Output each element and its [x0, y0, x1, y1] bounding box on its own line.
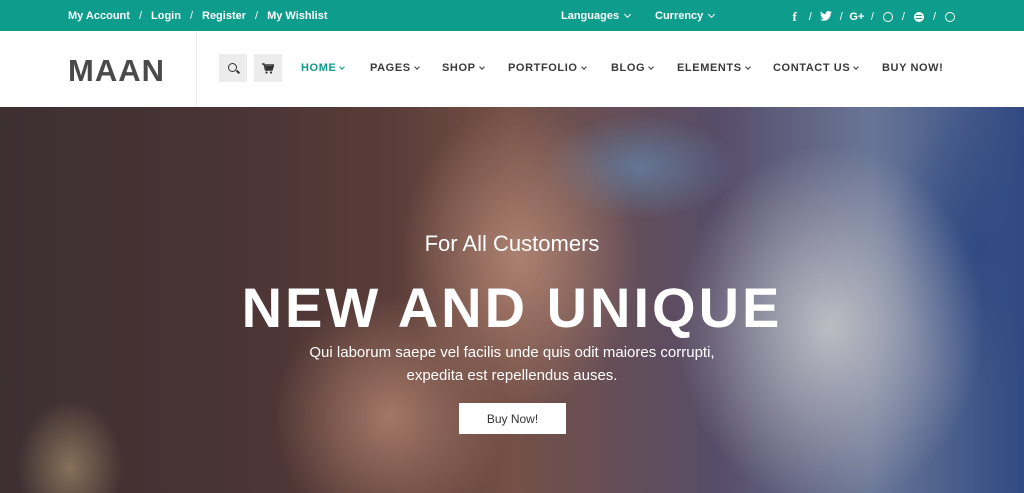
nav-blog[interactable]: BLOG	[611, 62, 655, 74]
hero-banner: For All Customers NEW AND UNIQUE Qui lab…	[0, 107, 1024, 493]
buy-now-button[interactable]: Buy Now!	[459, 403, 566, 434]
nav-contact-us-label: CONTACT US	[773, 62, 851, 74]
separator: /	[932, 11, 936, 23]
google-plus-icon[interactable]: G+	[849, 11, 865, 23]
languages-label: Languages	[561, 10, 620, 22]
separator: /	[870, 11, 874, 23]
nav-shop[interactable]: SHOP	[442, 62, 485, 74]
separator: /	[138, 10, 142, 22]
hero-title: NEW AND UNIQUE	[241, 276, 783, 339]
chevron-down-icon	[580, 63, 587, 70]
nav-pages[interactable]: PAGES	[370, 62, 420, 74]
social-links: f / / G+ / / /	[787, 9, 958, 25]
twitter-icon[interactable]	[818, 10, 834, 24]
site-logo[interactable]: MAAN	[68, 53, 165, 89]
site-header: MAAN HOME PAGES SHOP PORTFOLIO BLOG ELEM…	[0, 31, 1024, 107]
currency-label: Currency	[655, 10, 704, 22]
separator: /	[839, 11, 843, 23]
dribbble-icon[interactable]	[880, 11, 896, 23]
chevron-down-icon	[339, 63, 346, 70]
register-link[interactable]: Register	[202, 10, 246, 22]
chevron-down-icon	[853, 63, 860, 70]
skype-icon[interactable]	[942, 11, 958, 23]
login-link[interactable]: Login	[151, 10, 181, 22]
wishlist-link[interactable]: My Wishlist	[267, 10, 327, 22]
cart-button[interactable]	[254, 54, 282, 82]
nav-pages-label: PAGES	[370, 62, 411, 74]
nav-portfolio-label: PORTFOLIO	[508, 62, 578, 74]
nav-home[interactable]: HOME	[301, 62, 346, 74]
nav-elements-label: ELEMENTS	[677, 62, 742, 74]
separator: /	[189, 10, 193, 22]
chevron-down-icon	[708, 10, 716, 19]
facebook-icon[interactable]: f	[787, 9, 803, 25]
separator: /	[255, 10, 259, 22]
chevron-down-icon	[624, 10, 632, 19]
currency-dropdown[interactable]: Currency	[655, 10, 716, 22]
chevron-down-icon	[413, 63, 420, 70]
nav-buy-now-label: BUY NOW!	[882, 62, 944, 74]
separator: /	[901, 11, 905, 23]
header-divider	[196, 31, 197, 107]
chevron-down-icon	[744, 63, 751, 70]
nav-blog-label: BLOG	[611, 62, 646, 74]
cart-icon	[262, 62, 274, 74]
my-account-link[interactable]: My Account	[68, 10, 130, 22]
search-icon	[227, 62, 237, 72]
account-links: My Account / Login / Register / My Wishl…	[68, 10, 328, 22]
nav-home-label: HOME	[301, 62, 337, 74]
separator: /	[808, 11, 812, 23]
top-bar: My Account / Login / Register / My Wishl…	[0, 0, 1024, 31]
nav-portfolio[interactable]: PORTFOLIO	[508, 62, 587, 74]
search-button[interactable]	[219, 54, 247, 82]
chevron-down-icon	[648, 63, 655, 70]
hero-subtitle: For All Customers	[424, 231, 600, 256]
chevron-down-icon	[478, 63, 485, 70]
nav-contact-us[interactable]: CONTACT US	[773, 62, 860, 74]
spotify-icon[interactable]	[911, 11, 927, 23]
nav-buy-now[interactable]: BUY NOW!	[882, 62, 943, 74]
hero-description: Qui laborum saepe vel facilis unde quis …	[309, 344, 715, 384]
languages-dropdown[interactable]: Languages	[561, 10, 632, 22]
nav-shop-label: SHOP	[442, 62, 476, 74]
nav-elements[interactable]: ELEMENTS	[677, 62, 751, 74]
